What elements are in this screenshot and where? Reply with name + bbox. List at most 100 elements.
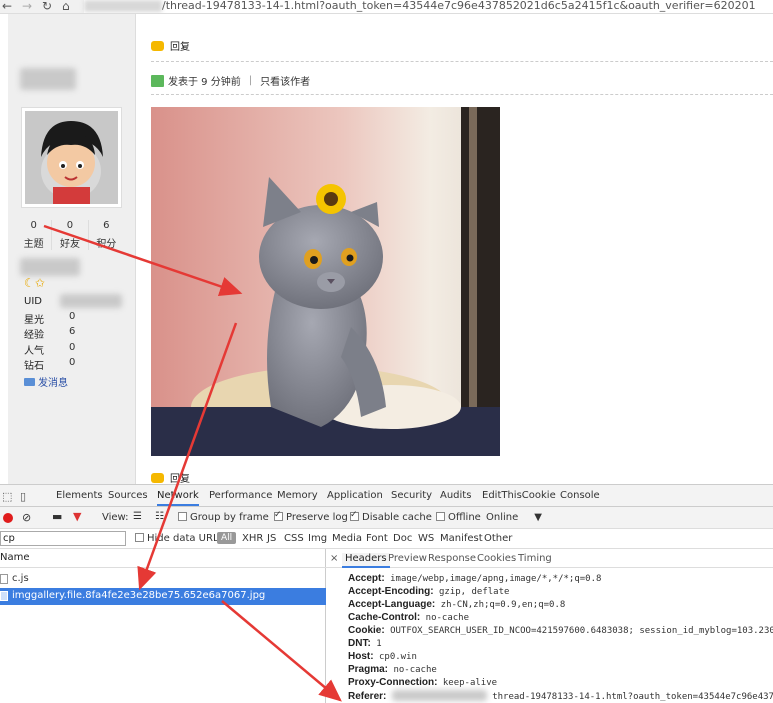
tab-network[interactable]: Network [157,490,199,506]
disable-cache-label: Disable cache [362,512,432,523]
home-icon[interactable]: ⌂ [62,0,70,13]
large-rows-icon[interactable]: ☰ [133,511,142,522]
header-pragma: Pragma: no-cache [348,664,437,675]
filter-icon[interactable]: ▼ [73,510,81,523]
tab-timing[interactable]: Timing [518,553,552,564]
reply-bubble-icon [151,472,164,483]
tab-performance[interactable]: Performance [209,490,272,501]
only-author-link[interactable]: 只看该作者 [260,73,310,88]
filter-input[interactable]: cp [0,531,126,546]
tab-audits[interactable]: Audits [440,490,471,501]
request-name: imggallery.file.8fa4fe2e3e28be75.652e6a7… [12,590,266,601]
checkbox[interactable] [274,510,283,521]
offline-toggle[interactable]: Offline [436,512,481,523]
info-label: 经验 [24,330,44,341]
info-value: 0 [69,311,76,322]
stat-topics[interactable]: 0 主题 [16,220,53,250]
reload-icon[interactable]: ↻ [42,0,52,13]
inspect-element-icon[interactable]: ⬚ [2,490,12,503]
separator: | [248,75,253,86]
filter-type-manifest[interactable]: Manifest [440,533,483,544]
tab-response[interactable]: Response [428,553,476,564]
header-key: Proxy-Connection: [348,677,438,688]
tab-preview[interactable]: Preview [388,553,427,564]
tab-memory[interactable]: Memory [277,490,318,501]
filter-type-ws[interactable]: WS [418,533,434,544]
filter-type-js[interactable]: JS [267,533,276,544]
stat-value: 0 [30,220,37,231]
tab-security[interactable]: Security [391,490,432,501]
filter-type-media[interactable]: Media [332,533,362,544]
filter-type-all[interactable]: All [217,532,237,544]
header-proxy-connection: Proxy-Connection: keep-alive [348,677,497,688]
hide-data-urls-label: Hide data URLs [147,533,224,544]
address-bar[interactable]: /thread-19478133-14-1.html?oauth_token=4… [84,0,773,13]
column-header-name[interactable]: Name [0,549,326,568]
filter-type-css[interactable]: CSS [284,533,304,544]
stat-friends[interactable]: 0 好友 [52,220,89,250]
send-message-label: 发消息 [38,378,68,389]
tab-sources[interactable]: Sources [108,490,148,501]
waterfall-icon[interactable]: ☷ [155,511,164,522]
avatar-image [25,111,118,204]
hide-data-urls-toggle[interactable]: Hide data URLs [135,533,224,544]
throttle-select[interactable]: Online ▼ [486,512,542,523]
info-value: 6 [69,326,76,337]
info-label: UID [24,296,42,307]
checkbox[interactable] [135,533,144,542]
request-row[interactable]: c.js [0,571,326,588]
tab-cookies[interactable]: Cookies [477,553,516,564]
forum-page: 0 主题 0 好友 6 积分 ☾✩ UID 星光 0 经验 6 人气 0 钻石 … [0,14,773,485]
sunflower [316,184,346,214]
uid-redacted [60,294,122,308]
forward-icon[interactable]: → [22,0,32,13]
header-value: no-cache [393,665,437,675]
clear-icon[interactable]: ⊘ [22,511,31,524]
filter-type-other[interactable]: Other [484,533,512,544]
close-icon[interactable]: × [330,553,338,564]
tab-application[interactable]: Application [327,490,383,501]
post-icon [151,74,164,87]
header-key: Accept-Encoding: [348,586,434,597]
back-icon[interactable]: ← [2,0,12,13]
disable-cache-toggle[interactable]: Disable cache [350,510,432,523]
screenshot-icon[interactable]: ▬ [52,510,62,523]
preserve-log-toggle[interactable]: Preserve log [274,510,348,523]
reply-button-bottom[interactable]: 回复 [151,470,190,485]
tab-elements[interactable]: Elements [56,490,103,501]
filter-type-img[interactable]: Img [308,533,327,544]
info-label: 钻石 [24,361,44,372]
checkbox[interactable] [350,510,359,521]
filter-type-font[interactable]: Font [366,533,388,544]
cat-photo[interactable] [151,107,500,456]
header-cache-control: Cache-Control: no-cache [348,612,469,623]
reply-label: 回复 [170,42,190,53]
url-text: /thread-19478133-14-1.html?oauth_token=4… [162,0,756,12]
header-key: Referer: [348,691,387,702]
avatar[interactable] [21,107,122,208]
header-value: cp0.win [378,652,417,662]
filter-type-doc[interactable]: Doc [393,533,412,544]
checkbox[interactable] [178,512,187,521]
browser-toolbar: ← → ↻ ⌂ /thread-19478133-14-1.html?oauth… [0,0,773,14]
info-value: 0 [69,357,76,368]
filter-type-xhr[interactable]: XHR [242,533,263,544]
group-by-frame-toggle[interactable]: Group by frame [178,512,269,523]
tab-editthiscookie[interactable]: EditThisCookie [482,490,556,501]
request-row-selected[interactable]: imggallery.file.8fa4fe2e3e28be75.652e6a7… [0,588,326,605]
device-toolbar-icon[interactable]: ▯ [20,490,26,503]
send-message-link[interactable]: 发消息 [24,374,68,389]
checkbox[interactable] [436,512,445,521]
header-value: thread-19478133-14-1.html?oauth_token=43… [492,692,773,702]
mail-icon [24,377,35,386]
header-key: Host: [348,651,374,662]
stat-points[interactable]: 6 积分 [89,220,124,250]
header-value: 1 [376,639,382,649]
devtools-panel: ⬚ ▯ Elements Sources Network Performance… [0,484,773,703]
tab-headers[interactable]: Headers [342,553,390,568]
divider [151,61,773,62]
record-button[interactable] [3,513,13,523]
tab-console[interactable]: Console [560,490,600,501]
reply-button-top[interactable]: 回复 [151,38,190,53]
user-stats: 0 主题 0 好友 6 积分 [16,220,124,250]
